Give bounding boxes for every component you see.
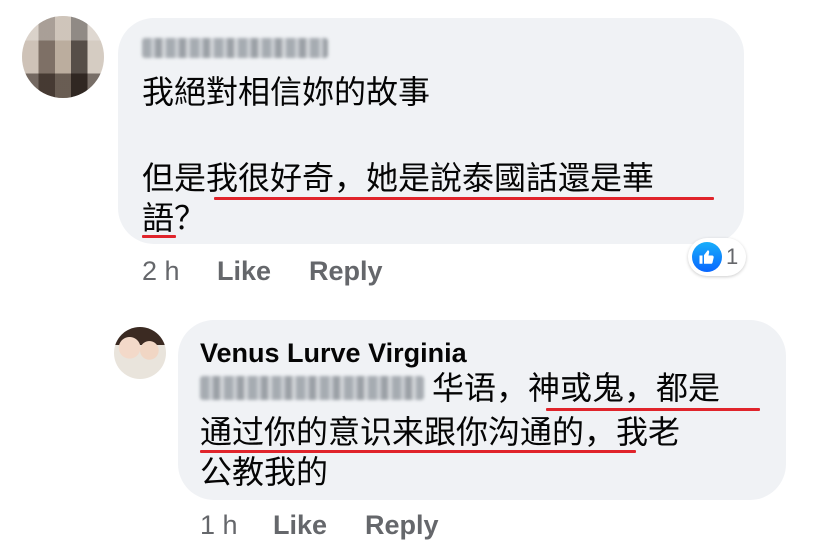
replier-avatar[interactable]: [114, 327, 166, 379]
reaction-count: 1: [726, 244, 739, 269]
red-underline-annotation: [200, 450, 636, 453]
reply-text-line: 华语，神或鬼，都是: [432, 369, 721, 407]
reply-timestamp[interactable]: 1 h: [200, 510, 238, 541]
red-underline-annotation: [142, 235, 176, 238]
blurred-mention-tag[interactable]: [200, 376, 424, 400]
reply-button[interactable]: Reply: [365, 510, 439, 541]
reaction-summary[interactable]: 1: [688, 238, 747, 276]
red-underline-annotation: [214, 197, 714, 200]
comment-timestamp[interactable]: 2 h: [142, 256, 180, 287]
reply-author-name[interactable]: Venus Lurve Virginia: [200, 338, 467, 369]
comment-text-line: 我絕對相信妳的故事: [142, 73, 431, 111]
red-underline-annotation: [546, 408, 760, 411]
reply-button[interactable]: Reply: [309, 256, 383, 287]
like-button[interactable]: Like: [217, 256, 271, 287]
like-button[interactable]: Like: [273, 510, 327, 541]
comment-text-line: 但是我很好奇，她是說泰國話還是華: [142, 159, 655, 197]
thumbs-up-icon: [692, 242, 722, 272]
reply-text-line: 通过你的意识来跟你沟通的，我老: [200, 413, 681, 451]
comment-text-line: 語？: [142, 199, 207, 237]
commenter-avatar[interactable]: [22, 16, 104, 98]
blurred-author-name[interactable]: [142, 38, 328, 58]
reply-text-line: 公教我的: [200, 453, 329, 491]
